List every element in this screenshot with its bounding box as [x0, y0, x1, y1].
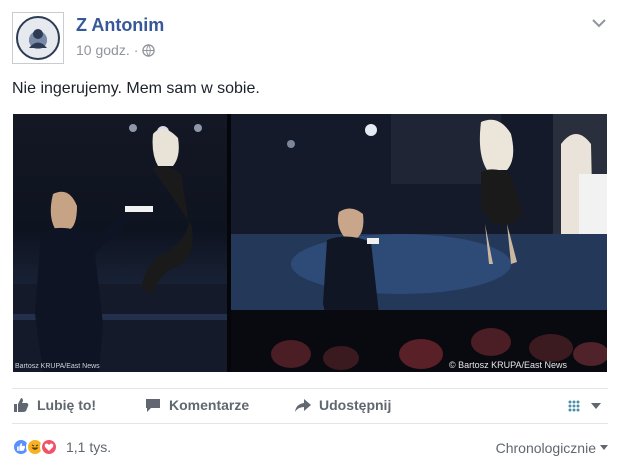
- caret-down-icon: [591, 403, 601, 409]
- share-button[interactable]: Udostępnij: [294, 396, 391, 414]
- photo-right-scene: [231, 114, 607, 372]
- reactions-summary[interactable]: 1,1 tys.: [12, 438, 111, 456]
- caret-down-icon: [600, 445, 608, 450]
- like-label: Lubię to!: [37, 397, 97, 413]
- photo-left-scene: [13, 124, 227, 372]
- thumbs-up-icon: [14, 398, 29, 412]
- photo-credit-right: © Bartosz KRUPA/East News: [449, 360, 567, 370]
- comment-sort-dropdown[interactable]: Chronologicznie: [496, 440, 608, 456]
- chevron-down-icon[interactable]: [590, 14, 608, 32]
- reaction-count[interactable]: 1,1 tys.: [66, 439, 111, 455]
- like-button[interactable]: Lubię to!: [12, 396, 96, 414]
- comment-icon: [146, 399, 160, 412]
- sort-label: Chronologicznie: [495, 440, 596, 456]
- reactions-footer: 1,1 tys. Chronologicznie: [12, 432, 608, 464]
- globe-icon: [142, 43, 156, 57]
- post-time[interactable]: 10 godz.: [76, 42, 130, 58]
- avatar-logo-icon: [16, 16, 60, 60]
- photo-credit-left: Bartosz KRUPA/East News: [15, 363, 100, 370]
- action-bar: Lubię to! Komentarze Udostępnij: [12, 388, 608, 424]
- post-meta: 10 godz. ·: [76, 42, 156, 58]
- share-icon: [295, 399, 311, 412]
- comment-button[interactable]: Komentarze: [144, 396, 249, 414]
- page-name-link[interactable]: Z Antonim: [76, 15, 164, 36]
- share-options-button[interactable]: [567, 399, 602, 413]
- comment-label: Komentarze: [169, 397, 250, 413]
- post-text: Nie ingerujemy. Mem sam w sobie.: [12, 80, 260, 97]
- post-photo[interactable]: Bartosz KRUPA/East News © Bartosz KRUPA/…: [13, 114, 607, 372]
- love-icon: [40, 438, 58, 456]
- share-label: Udostępnij: [319, 397, 392, 413]
- grid-dots-icon: [568, 400, 580, 412]
- facebook-post: Z Antonim 10 godz. · Nie ingerujemy. Mem…: [0, 0, 620, 473]
- photo-panel-right: © Bartosz KRUPA/East News: [231, 114, 607, 372]
- meta-separator: ·: [133, 42, 139, 58]
- page-avatar[interactable]: [12, 12, 64, 64]
- photo-panel-left: Bartosz KRUPA/East News: [13, 114, 227, 372]
